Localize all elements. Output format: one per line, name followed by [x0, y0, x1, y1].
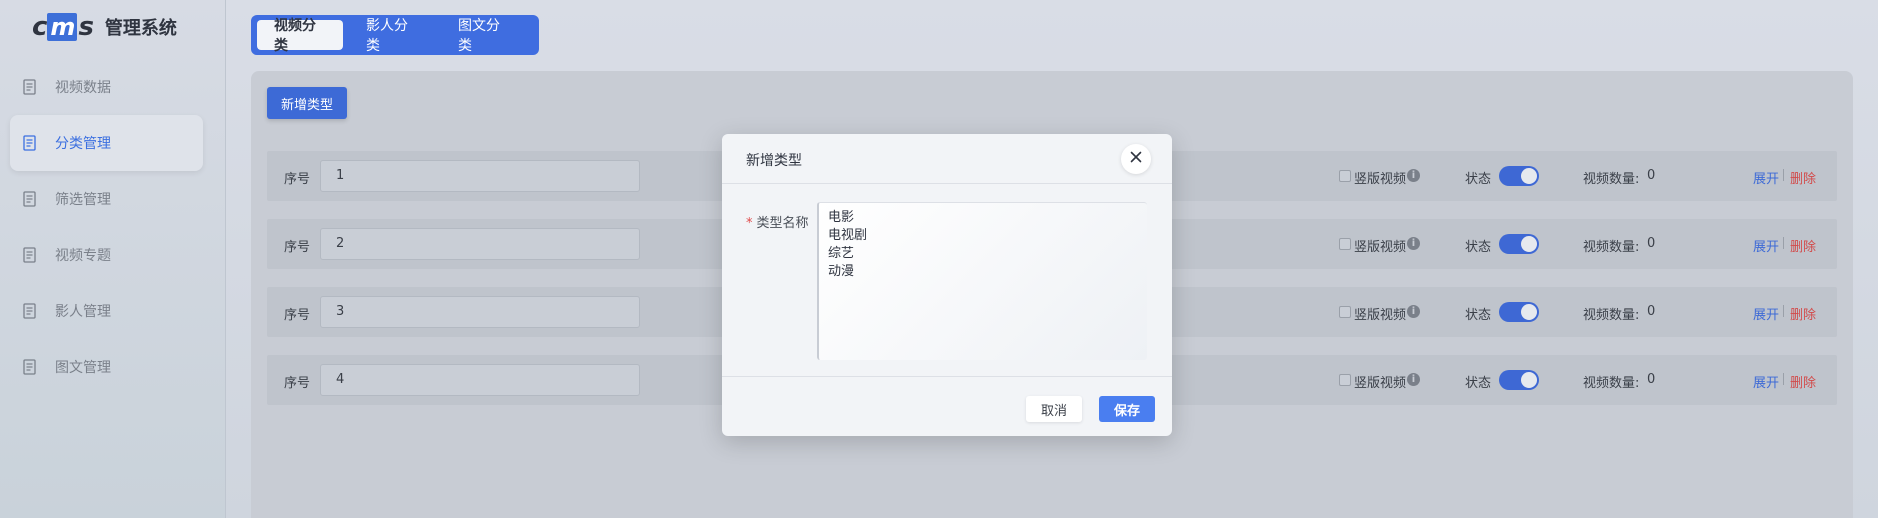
textarea-line: 电影: [828, 210, 855, 225]
type-name-label: * 类型名称: [746, 212, 809, 231]
sidebar-item-label: 筛选管理: [55, 192, 111, 208]
seq-input[interactable]: 2: [320, 228, 640, 260]
video-count-label: 视频数量:: [1583, 376, 1640, 391]
seq-input[interactable]: 3: [320, 296, 640, 328]
video-count-value: 0: [1647, 372, 1656, 387]
status-label: 状态: [1465, 376, 1492, 391]
document-icon: [23, 79, 37, 95]
seq-input[interactable]: 1: [320, 160, 640, 192]
seq-input[interactable]: 4: [320, 364, 640, 396]
seq-label: 序号: [284, 308, 311, 323]
seq-label: 序号: [284, 376, 311, 391]
info-icon[interactable]: i: [1407, 237, 1420, 250]
logo-letter-c: c: [32, 12, 47, 42]
save-button[interactable]: 保存: [1099, 396, 1155, 422]
cms-logo-mark: cms: [32, 12, 94, 42]
vertical-video-checkbox[interactable]: [1339, 170, 1351, 182]
document-icon: [23, 135, 37, 151]
tab-video-category[interactable]: 视频分类: [257, 18, 343, 54]
type-name-textarea[interactable]: 电影 电视剧 综艺 动漫: [817, 202, 1147, 360]
status-toggle[interactable]: [1499, 370, 1539, 390]
vertical-video-label: 竖版视频: [1354, 376, 1407, 391]
sidebar-item-label: 视频专题: [55, 248, 111, 264]
document-icon: [23, 359, 37, 375]
sidebar-item-article-management[interactable]: 图文管理: [10, 339, 203, 395]
action-divider: [1783, 237, 1784, 249]
sidebar-nav: 视频数据 分类管理 筛选管理 视频专题 影人管理 图文管理: [10, 59, 203, 395]
sidebar-item-label: 分类管理: [55, 136, 111, 152]
status-toggle[interactable]: [1499, 234, 1539, 254]
vertical-video-checkbox[interactable]: [1339, 238, 1351, 250]
info-icon[interactable]: i: [1407, 373, 1420, 386]
type-name-label-text: 类型名称: [756, 216, 809, 231]
expand-link[interactable]: 展开: [1753, 304, 1779, 323]
vertical-video-label: 竖版视频: [1354, 172, 1407, 187]
sidebar-item-label: 图文管理: [55, 360, 111, 376]
sidebar-item-people-management[interactable]: 影人管理: [10, 283, 203, 339]
sidebar-item-label: 影人管理: [55, 304, 111, 320]
status-label: 状态: [1465, 172, 1492, 187]
cancel-button[interactable]: 取消: [1026, 396, 1082, 422]
document-icon: [23, 303, 37, 319]
sidebar: cms 管理系统 视频数据 分类管理 筛选管理 视频专题 影人管理 图文管理: [0, 0, 226, 518]
status-toggle[interactable]: [1499, 166, 1539, 186]
status-label: 状态: [1465, 308, 1492, 323]
textarea-line: 电视剧: [828, 228, 868, 243]
dialog-divider: [722, 376, 1172, 377]
category-tabs: 视频分类 影人分类 图文分类: [251, 15, 539, 55]
add-type-button[interactable]: 新增类型: [267, 87, 347, 119]
sidebar-item-filter-management[interactable]: 筛选管理: [10, 171, 203, 227]
logo: cms 管理系统: [32, 12, 177, 42]
video-count-label: 视频数量:: [1583, 240, 1640, 255]
status-toggle[interactable]: [1499, 302, 1539, 322]
delete-link[interactable]: 删除: [1790, 372, 1816, 391]
dialog-divider: [722, 183, 1172, 184]
sidebar-item-label: 视频数据: [55, 80, 111, 96]
seq-label: 序号: [284, 240, 311, 255]
action-divider: [1783, 305, 1784, 317]
tab-article-category[interactable]: 图文分类: [441, 18, 527, 54]
logo-letter-m: m: [47, 13, 78, 41]
vertical-video-label: 竖版视频: [1354, 308, 1407, 323]
status-label: 状态: [1465, 240, 1492, 255]
textarea-line: 动漫: [828, 264, 855, 279]
action-divider: [1783, 373, 1784, 385]
video-count-value: 0: [1647, 168, 1656, 183]
seq-label: 序号: [284, 172, 311, 187]
logo-letter-s: s: [78, 12, 94, 42]
dialog-title: 新增类型: [746, 153, 802, 169]
sidebar-item-video-data[interactable]: 视频数据: [10, 59, 203, 115]
vertical-video-checkbox[interactable]: [1339, 374, 1351, 386]
sidebar-item-video-topics[interactable]: 视频专题: [10, 227, 203, 283]
delete-link[interactable]: 删除: [1790, 236, 1816, 255]
add-type-dialog: 新增类型 * 类型名称 电影 电视剧 综艺 动漫 取消 保存: [722, 134, 1172, 436]
close-icon: [1130, 151, 1142, 167]
vertical-video-checkbox[interactable]: [1339, 306, 1351, 318]
expand-link[interactable]: 展开: [1753, 168, 1779, 187]
document-icon: [23, 191, 37, 207]
action-divider: [1783, 169, 1784, 181]
video-count-value: 0: [1647, 236, 1656, 251]
video-count-label: 视频数量:: [1583, 172, 1640, 187]
info-icon[interactable]: i: [1407, 305, 1420, 318]
close-button[interactable]: [1121, 144, 1151, 174]
delete-link[interactable]: 删除: [1790, 304, 1816, 323]
tab-people-category[interactable]: 影人分类: [349, 18, 435, 54]
info-icon[interactable]: i: [1407, 169, 1420, 182]
document-icon: [23, 247, 37, 263]
textarea-line: 综艺: [828, 246, 855, 261]
video-count-label: 视频数量:: [1583, 308, 1640, 323]
expand-link[interactable]: 展开: [1753, 372, 1779, 391]
app-title: 管理系统: [104, 18, 177, 39]
video-count-value: 0: [1647, 304, 1656, 319]
vertical-video-label: 竖版视频: [1354, 240, 1407, 255]
delete-link[interactable]: 删除: [1790, 168, 1816, 187]
sidebar-item-category-management[interactable]: 分类管理: [10, 115, 203, 171]
expand-link[interactable]: 展开: [1753, 236, 1779, 255]
required-mark: *: [746, 216, 753, 231]
